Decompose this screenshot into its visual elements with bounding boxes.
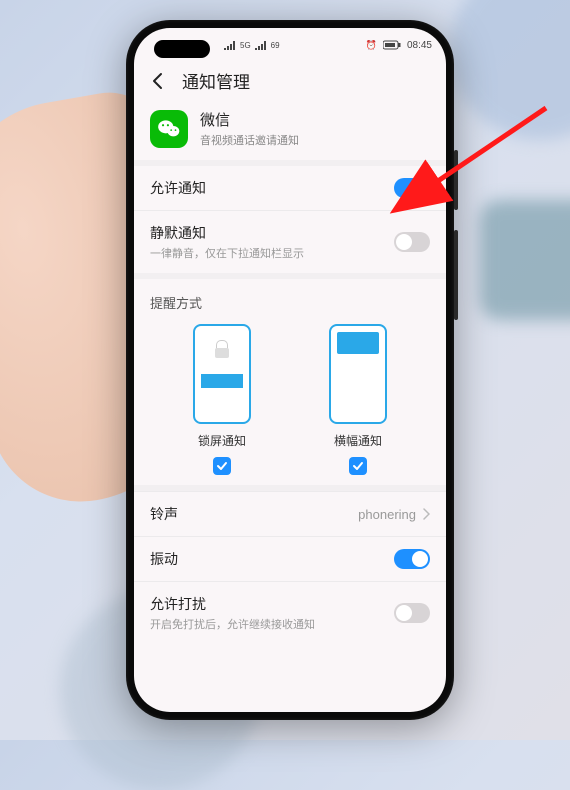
banner-preview: [329, 324, 387, 424]
ringtone-value: phonering: [358, 507, 416, 522]
lockscreen-checkbox[interactable]: [213, 457, 231, 475]
wechat-icon: [150, 110, 188, 148]
row-ringtone[interactable]: 铃声 phonering: [134, 491, 446, 536]
row-silent-notifications[interactable]: 静默通知 一律静音，仅在下拉通知栏显示: [134, 210, 446, 273]
row-vibrate[interactable]: 振动: [134, 536, 446, 581]
page-header: 通知管理: [134, 62, 446, 103]
network-label: 5G: [240, 41, 251, 50]
signal-2-icon: [255, 40, 267, 50]
phone-device-frame: 5G 69 ⏰ 08:45 通知管理: [126, 20, 454, 720]
page-title: 通知管理: [182, 68, 250, 93]
reminder-section-title: 提醒方式: [134, 273, 446, 320]
back-icon[interactable]: [148, 71, 168, 91]
silent-toggle[interactable]: [394, 232, 430, 252]
row-allow-disturb[interactable]: 允许打扰 开启免打扰后，允许继续接收通知: [134, 581, 446, 644]
dnd-toggle[interactable]: [394, 603, 430, 623]
battery-pct-label: 69: [271, 41, 280, 50]
silent-sub: 一律静音，仅在下拉通知栏显示: [150, 245, 394, 261]
status-time: 08:45: [407, 40, 432, 51]
row-allow-notifications[interactable]: 允许通知: [134, 160, 446, 210]
volume-down-button: [454, 230, 458, 320]
reminder-banner[interactable]: 横幅通知: [329, 324, 387, 475]
battery-icon: [383, 40, 401, 50]
app-subtitle: 音视频通话邀请通知: [200, 132, 299, 148]
chevron-right-icon: [422, 508, 430, 520]
phone-screen: 5G 69 ⏰ 08:45 通知管理: [134, 28, 446, 712]
dnd-sub: 开启免打扰后，允许继续接收通知: [150, 616, 394, 632]
camera-punch-hole: [154, 40, 210, 58]
reminder-methods: 锁屏通知 横幅通知: [134, 320, 446, 485]
reminder-lockscreen[interactable]: 锁屏通知: [193, 324, 251, 475]
silent-label: 静默通知: [150, 223, 394, 243]
allow-notify-toggle[interactable]: [394, 178, 430, 198]
alarm-icon: ⏰: [366, 40, 377, 51]
volume-up-button: [454, 150, 458, 210]
app-name: 微信: [200, 109, 299, 130]
allow-notify-label: 允许通知: [150, 178, 394, 198]
signal-icon: [224, 40, 236, 50]
lockscreen-label: 锁屏通知: [198, 432, 246, 449]
banner-label: 横幅通知: [334, 432, 382, 449]
banner-checkbox[interactable]: [349, 457, 367, 475]
vibrate-label: 振动: [150, 549, 394, 569]
vibrate-toggle[interactable]: [394, 549, 430, 569]
app-info-row: 微信 音视频通话邀请通知: [134, 103, 446, 160]
ringtone-label: 铃声: [150, 504, 358, 524]
lockscreen-preview: [193, 324, 251, 424]
dnd-label: 允许打扰: [150, 594, 394, 614]
